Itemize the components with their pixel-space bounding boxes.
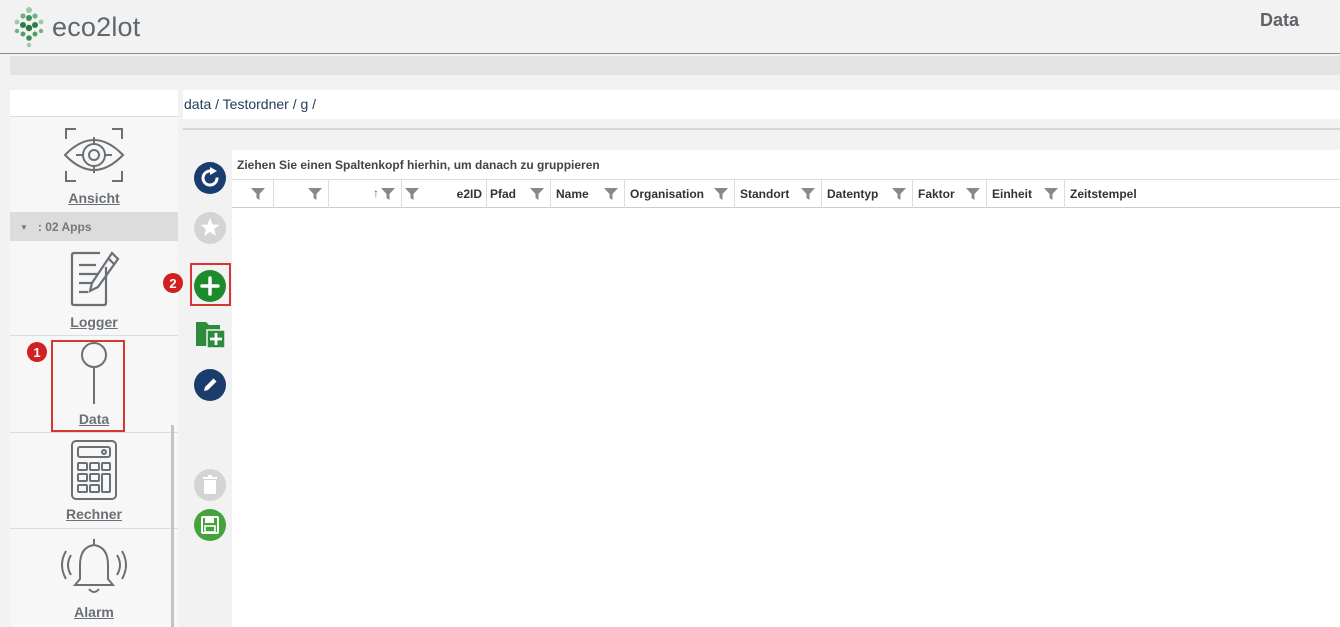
- filter-icon[interactable]: [801, 188, 815, 200]
- caret-down-icon: ▼: [20, 222, 28, 232]
- column-header-pfad[interactable]: Pfad: [487, 180, 551, 208]
- sidebar-item-label: Rechner: [65, 506, 123, 522]
- column-header-datentyp[interactable]: Datentyp: [822, 180, 913, 208]
- filter-icon[interactable]: [604, 188, 618, 200]
- add-folder-icon: [196, 322, 226, 349]
- sidebar-item-alarm[interactable]: Alarm: [10, 529, 178, 625]
- column-header-col2[interactable]: [274, 180, 329, 208]
- column-header-select[interactable]: [232, 180, 274, 208]
- filter-icon[interactable]: [381, 188, 395, 200]
- trash-icon: [194, 469, 226, 501]
- step-marker-1: 1: [27, 342, 47, 362]
- page-title: Data: [1259, 10, 1299, 30]
- delete-button[interactable]: [194, 469, 226, 501]
- column-header-organisation[interactable]: Organisation: [625, 180, 735, 208]
- sidebar-item-ansicht[interactable]: Ansicht: [10, 117, 178, 213]
- add-folder-button[interactable]: [194, 318, 226, 350]
- app-header: eco2lot Data: [0, 0, 1340, 54]
- filter-icon[interactable]: [1044, 188, 1058, 200]
- sidebar-search-area[interactable]: [10, 90, 178, 117]
- refresh-icon: [194, 162, 226, 194]
- column-header-col3[interactable]: ↑: [329, 180, 402, 208]
- filter-icon[interactable]: [251, 188, 265, 200]
- filter-icon[interactable]: [714, 188, 728, 200]
- favorite-button[interactable]: [194, 212, 226, 244]
- refresh-button[interactable]: [194, 162, 226, 194]
- filter-icon[interactable]: [892, 188, 906, 200]
- column-header-standort[interactable]: Standort: [735, 180, 822, 208]
- calculator-icon: [71, 440, 117, 500]
- sub-toolbar: [10, 56, 1340, 75]
- sidebar-group-label: : 02 Apps: [37, 220, 92, 234]
- sidebar-item-logger[interactable]: Logger: [10, 241, 178, 336]
- sidebar-item-label: Ansicht: [68, 190, 120, 206]
- sidebar-group-apps[interactable]: ▼ : 02 Apps: [10, 213, 178, 241]
- column-header-zeitstempel[interactable]: Zeitstempel: [1065, 180, 1340, 208]
- breadcrumb[interactable]: data / Testordner / g /: [183, 90, 1340, 119]
- highlight-data-item: [51, 340, 125, 432]
- column-header-faktor[interactable]: Faktor: [913, 180, 987, 208]
- action-toolbar: [188, 150, 232, 627]
- column-header-e2id[interactable]: e2ID: [402, 180, 487, 208]
- filter-icon[interactable]: [530, 188, 544, 200]
- filter-icon[interactable]: [308, 188, 322, 200]
- filter-icon[interactable]: [405, 188, 419, 200]
- eco2lot-logo-icon: [14, 7, 44, 48]
- sidebar-scrollbar[interactable]: [171, 425, 174, 627]
- sort-asc-icon[interactable]: ↑: [373, 186, 379, 200]
- group-by-panel[interactable]: Ziehen Sie einen Spaltenkopf hierhin, um…: [232, 150, 1340, 180]
- edit-icon: [194, 369, 226, 401]
- bell-icon: [61, 539, 127, 593]
- highlight-add-button: [190, 263, 231, 306]
- data-grid: Ziehen Sie einen Spaltenkopf hierhin, um…: [232, 150, 1340, 627]
- logo[interactable]: eco2lot: [10, 4, 140, 50]
- sidebar-item-rechner[interactable]: Rechner: [10, 433, 178, 529]
- column-header-einheit[interactable]: Einheit: [987, 180, 1065, 208]
- save-button[interactable]: [194, 509, 226, 541]
- sidebar-item-label: Alarm: [74, 604, 114, 620]
- column-header-name[interactable]: Name: [551, 180, 625, 208]
- grid-header: ↑ e2ID Pfad Name Organisation Standort D…: [232, 180, 1340, 208]
- notepad-pencil-icon: [70, 251, 120, 307]
- eye-scan-icon: [63, 128, 125, 182]
- star-icon: [194, 212, 226, 244]
- step-marker-2: 2: [163, 273, 183, 293]
- save-icon: [194, 509, 226, 541]
- content-divider: [183, 128, 1340, 130]
- sidebar-item-label: Logger: [70, 314, 118, 330]
- filter-icon[interactable]: [966, 188, 980, 200]
- app-name: eco2lot: [52, 11, 141, 42]
- edit-button[interactable]: [194, 369, 226, 401]
